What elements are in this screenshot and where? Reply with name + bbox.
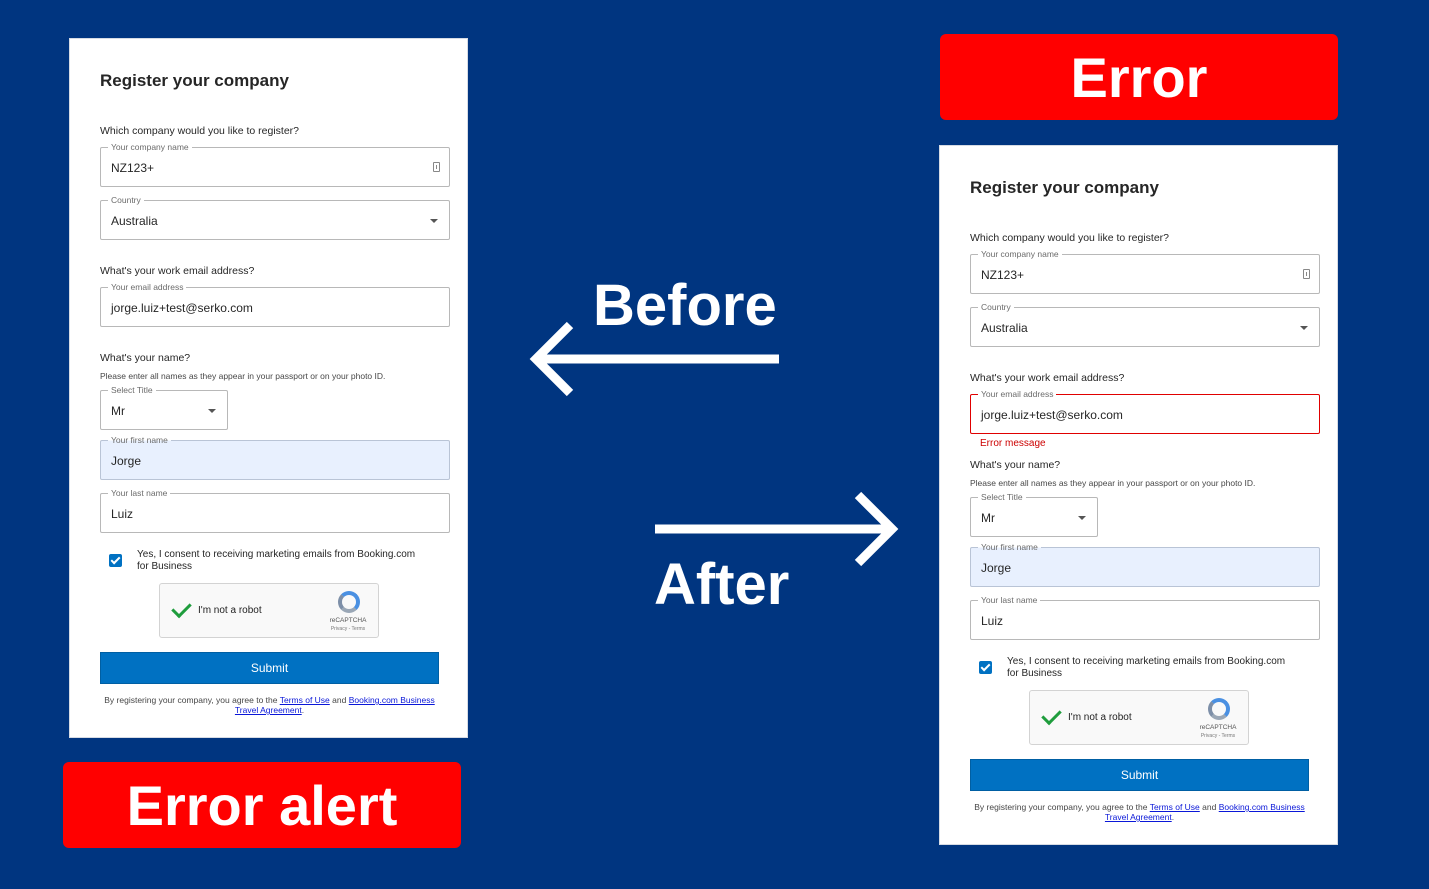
terms-of-use-link[interactable]: Terms of Use <box>1150 802 1200 812</box>
country-label: Country <box>108 194 144 206</box>
chevron-down-icon <box>208 409 216 413</box>
last-name-value: Luiz <box>981 614 1004 628</box>
recaptcha-links: Privacy - Terms <box>1200 733 1236 739</box>
email-field-error[interactable]: Your email address jorge.luiz+test@serko… <box>970 388 1320 434</box>
terms-suffix: . <box>1171 812 1175 822</box>
first-name-field[interactable]: Your first name Jorge <box>100 434 450 480</box>
company-name-label: Your company name <box>978 248 1062 260</box>
title-label: Select Title <box>108 384 156 396</box>
last-name-value: Luiz <box>111 507 134 521</box>
first-name-label: Your first name <box>108 434 171 446</box>
last-name-field[interactable]: Your last name Luiz <box>100 487 450 533</box>
recaptcha-links: Privacy - Terms <box>330 626 366 632</box>
title-value: Mr <box>981 511 995 525</box>
email-value: jorge.luiz+test@serko.com <box>111 301 253 315</box>
submit-button[interactable]: Submit <box>100 652 439 684</box>
email-label: Your email address <box>108 281 187 293</box>
country-select[interactable]: Country Australia <box>100 194 450 240</box>
company-name-field[interactable]: Your company name NZ123+ <box>970 248 1320 294</box>
consent-text: Yes, I consent to receiving marketing em… <box>137 549 416 572</box>
last-name-label: Your last name <box>978 594 1041 606</box>
email-value: jorge.luiz+test@serko.com <box>981 408 1123 422</box>
country-label: Country <box>978 301 1014 313</box>
contact-card-icon <box>1303 269 1310 279</box>
submit-button[interactable]: Submit <box>970 759 1309 791</box>
terms-and: and <box>1202 802 1217 812</box>
email-error-message: Error message <box>980 438 1046 449</box>
terms-suffix: . <box>301 705 305 715</box>
country-value: Australia <box>981 321 1028 335</box>
company-name-label: Your company name <box>108 141 192 153</box>
country-value: Australia <box>111 214 158 228</box>
registration-form-after: Register your company Which company woul… <box>939 145 1338 845</box>
registration-form-before: Register your company Which company woul… <box>69 38 468 738</box>
form-title: Register your company <box>970 178 1159 197</box>
title-value: Mr <box>111 404 125 418</box>
company-question: Which company would you like to register… <box>970 232 1170 244</box>
recaptcha-logo-icon <box>1208 698 1230 720</box>
company-question: Which company would you like to register… <box>100 125 300 137</box>
email-label: Your email address <box>978 388 1057 400</box>
consent-checkbox[interactable] <box>979 661 992 674</box>
name-question: What's your name? <box>100 352 191 364</box>
chevron-down-icon <box>1300 326 1308 330</box>
checkmark-icon <box>1041 704 1062 726</box>
name-question: What's your name? <box>970 459 1061 471</box>
recaptcha-brand: reCAPTCHA <box>329 617 367 624</box>
first-name-field[interactable]: Your first name Jorge <box>970 541 1320 587</box>
chevron-down-icon <box>430 219 438 223</box>
company-name-value: NZ123+ <box>111 161 155 175</box>
first-name-value: Jorge <box>111 454 142 468</box>
error-banner: Error <box>940 34 1338 120</box>
contact-card-icon <box>433 162 440 172</box>
title-select[interactable]: Select Title Mr <box>970 491 1098 537</box>
company-name-field[interactable]: Your company name NZ123+ <box>100 141 450 187</box>
captcha-label: I'm not a robot <box>1068 712 1132 723</box>
captcha-label: I'm not a robot <box>198 605 262 616</box>
first-name-value: Jorge <box>981 561 1012 575</box>
email-question: What's your work email address? <box>100 265 255 277</box>
arrow-left-icon <box>529 321 779 397</box>
form-title: Register your company <box>100 71 289 90</box>
email-question: What's your work email address? <box>970 372 1125 384</box>
last-name-label: Your last name <box>108 487 171 499</box>
name-hint: Please enter all names as they appear in… <box>970 478 1256 488</box>
terms-prefix: By registering your company, you agree t… <box>104 695 278 705</box>
checkmark-icon <box>171 597 192 619</box>
terms-prefix: By registering your company, you agree t… <box>974 802 1148 812</box>
company-name-value: NZ123+ <box>981 268 1025 282</box>
recaptcha-brand: reCAPTCHA <box>1199 724 1237 731</box>
error-alert-banner: Error alert <box>63 762 461 848</box>
email-field[interactable]: Your email address jorge.luiz+test@serko… <box>100 281 450 327</box>
terms-text: By registering your company, you agree t… <box>100 695 439 715</box>
chevron-down-icon <box>1078 516 1086 520</box>
last-name-field[interactable]: Your last name Luiz <box>970 594 1320 640</box>
name-hint: Please enter all names as they appear in… <box>100 371 386 381</box>
title-select[interactable]: Select Title Mr <box>100 384 228 430</box>
recaptcha-widget[interactable]: I'm not a robot reCAPTCHA Privacy - Term… <box>159 583 379 638</box>
terms-and: and <box>332 695 347 705</box>
terms-text: By registering your company, you agree t… <box>970 802 1309 822</box>
title-label: Select Title <box>978 491 1026 503</box>
consent-checkbox[interactable] <box>109 554 122 567</box>
first-name-label: Your first name <box>978 541 1041 553</box>
terms-of-use-link[interactable]: Terms of Use <box>280 695 330 705</box>
consent-text: Yes, I consent to receiving marketing em… <box>1007 656 1286 679</box>
arrow-right-icon <box>655 491 899 567</box>
recaptcha-widget[interactable]: I'm not a robot reCAPTCHA Privacy - Term… <box>1029 690 1249 745</box>
country-select[interactable]: Country Australia <box>970 301 1320 347</box>
recaptcha-logo-icon <box>338 591 360 613</box>
